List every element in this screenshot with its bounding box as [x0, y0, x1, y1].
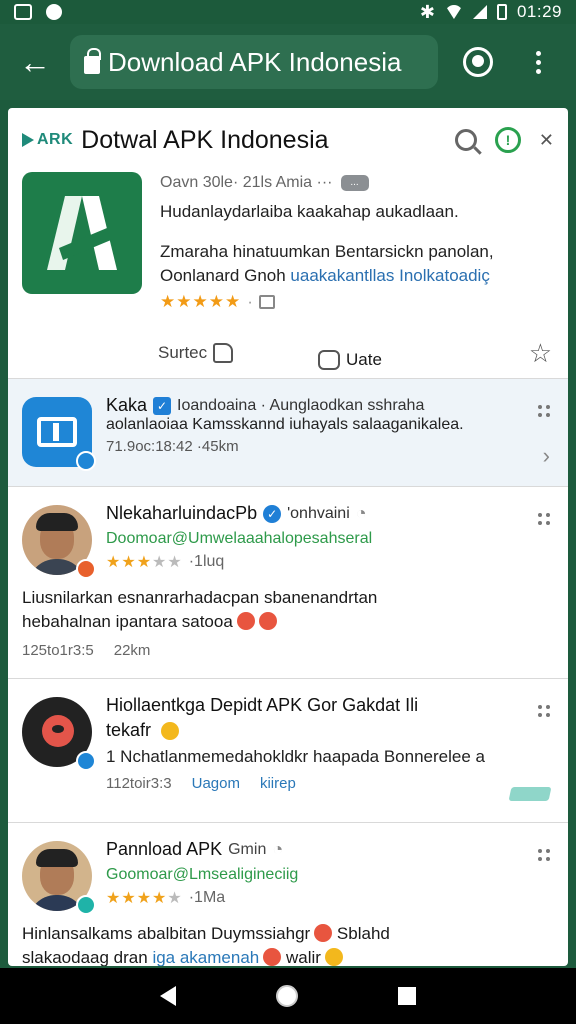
verified-icon: ✓	[153, 396, 172, 415]
comment-icon	[318, 350, 340, 370]
more-options-icon[interactable]	[538, 705, 550, 717]
post-time: 125to1r3:5	[22, 642, 94, 659]
clock: 01:29	[516, 2, 562, 21]
account-button[interactable]	[438, 47, 518, 77]
browser-toolbar: ← Download APK Indonesia	[0, 24, 576, 100]
badge-icon	[76, 751, 96, 771]
app-icon[interactable]	[22, 172, 142, 294]
emoji-icon	[236, 612, 255, 630]
post-item: Pannload APK Gmin ◔ Goomoar@Lmsealiginec…	[8, 822, 568, 966]
chevron-right-icon[interactable]: ›	[543, 443, 550, 469]
heart-badge-icon	[76, 451, 96, 471]
comment-button[interactable]: Uate	[318, 348, 382, 372]
more-pill[interactable]: ...	[340, 175, 369, 191]
post-distance: 22km	[113, 642, 151, 659]
address-bar[interactable]: Download APK Indonesia	[70, 35, 438, 89]
emoji-icon	[161, 721, 180, 740]
media-icon	[46, 4, 62, 20]
bluetooth-icon: ✱	[419, 1, 435, 22]
rating-stars: ★★★★★	[160, 292, 242, 311]
app-meta: Oavn 30le· 21ls Amia ···	[160, 174, 333, 191]
app-description: Hudanlaydarlaiba kaakahap aukadlaan.	[160, 202, 459, 221]
post-link[interactable]: kiirep	[260, 775, 296, 792]
emoji-icon	[324, 948, 343, 966]
nav-back-icon[interactable]	[160, 986, 176, 1006]
lock-icon	[84, 48, 101, 74]
arrow-logo-icon	[22, 133, 34, 147]
post-author[interactable]: Hiollaentkga Depidt APK Gor Gakdat Ili	[106, 695, 418, 716]
emoji-icon	[258, 612, 277, 630]
post-text: Hinlansalkams abalbitan Duymssiahgr Sbla…	[22, 924, 390, 966]
web-page: ARK Dotwal APK Indonesia ! ✕ Oavn 30le· …	[8, 108, 568, 966]
emoji-icon	[263, 948, 282, 966]
search-icon[interactable]	[454, 129, 477, 151]
app-card: ARK Dotwal APK Indonesia ! ✕ Oavn 30le· …	[8, 108, 568, 378]
post-link[interactable]: Uagom	[192, 775, 240, 792]
battery-icon	[496, 4, 507, 20]
close-icon[interactable]: ✕	[539, 130, 554, 151]
emoji-icon	[314, 924, 333, 942]
brand-logo[interactable]: ARK	[22, 131, 73, 149]
post-text: Liusnilarkan esnanrarhadacpan sbanenandr…	[22, 588, 378, 631]
person-icon: ◔	[355, 503, 367, 523]
badge-icon	[76, 559, 96, 579]
sponsored-item[interactable]: Kaka ✓ Ioandoaina · Aunglaodkan sshraha …	[8, 378, 568, 486]
thumbs-up-icon	[213, 343, 234, 363]
page-title: Dotwal APK Indonesia	[81, 125, 329, 154]
post-handle[interactable]: Goomoar@Lmsealigineciig	[106, 866, 554, 884]
verified-icon: ✓	[263, 504, 282, 523]
wifi-icon	[444, 5, 463, 19]
more-options-icon[interactable]	[538, 849, 550, 861]
status-bar: ✱ 01:29	[0, 0, 576, 24]
more-options-icon[interactable]	[538, 513, 550, 525]
post-text: 1 Nchatlanmemedahokldkr haapada Bonnerel…	[106, 747, 485, 766]
post-item: Hiollaentkga Depidt APK Gor Gakdat Ili t…	[8, 678, 568, 822]
share-icon[interactable]	[258, 295, 275, 309]
post-handle[interactable]: Doomoar@Umwelaaahalopesahseral	[106, 530, 554, 548]
notification-icon	[14, 4, 32, 20]
sponsored-meta: 71.9oc:18:42 ·45km	[106, 438, 239, 455]
badge-icon	[76, 895, 96, 915]
app-details: Zmaraha hinatuumkan Bentarsickn panolan,…	[160, 242, 494, 285]
overflow-menu-button[interactable]	[518, 50, 558, 74]
letter-a-logo-icon	[47, 196, 117, 270]
page-url-title: Download APK Indonesia	[108, 46, 402, 77]
sponsored-title: Kaka	[106, 395, 148, 415]
system-nav-bar	[0, 968, 576, 1024]
account-icon	[463, 47, 493, 77]
post-time: 112toir3:3	[106, 775, 172, 792]
like-button[interactable]: Surtec	[158, 343, 234, 363]
post-author[interactable]: Pannload APK	[106, 839, 222, 860]
alert-icon[interactable]: !	[494, 127, 521, 153]
post-link[interactable]: iga akamenah	[152, 948, 259, 966]
nav-recents-icon[interactable]	[398, 987, 416, 1005]
details-link[interactable]: uaakakantllas Inolkatoadiç	[290, 266, 489, 285]
bookmark-star-icon[interactable]: ☆	[529, 338, 552, 369]
back-button[interactable]: ←	[0, 24, 70, 100]
app-list-icon	[22, 397, 96, 471]
more-options-icon[interactable]	[538, 405, 550, 417]
post-item: NlekaharluindacPb ✓ 'onhvaini ◔ Doomoar@…	[8, 486, 568, 678]
signal-icon	[472, 5, 487, 19]
sponsored-body: aolanlaoiaa Kamsskannd iuhayals salaagan…	[106, 416, 464, 433]
post-author[interactable]: NlekaharluindacPb	[106, 503, 257, 524]
tag-icon	[508, 787, 552, 801]
nav-home-icon[interactable]	[276, 985, 298, 1007]
person-icon: ◔	[272, 839, 284, 859]
